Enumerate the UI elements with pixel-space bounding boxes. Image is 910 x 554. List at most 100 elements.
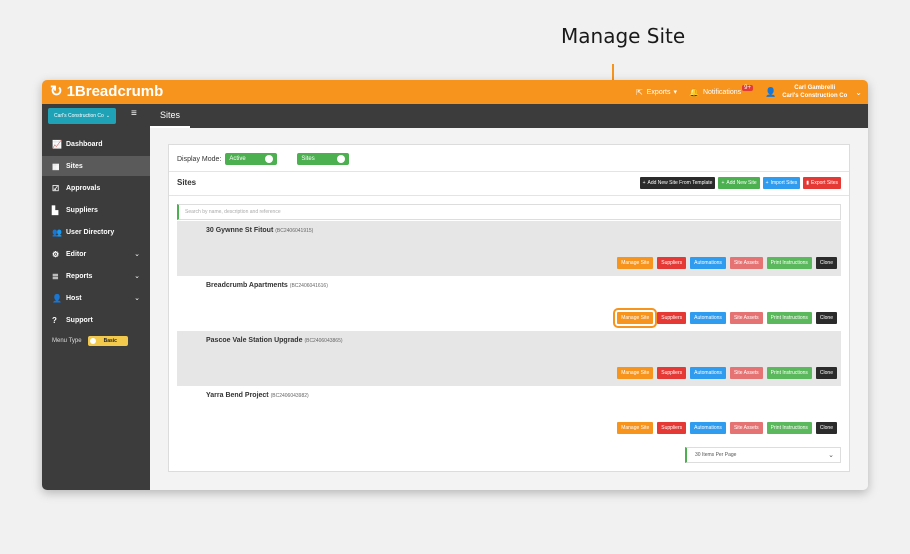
site-assets-button[interactable]: Site Assets — [729, 257, 763, 269]
tab-sites[interactable]: Sites — [150, 104, 190, 128]
print-instructions-button[interactable]: Print Instructions — [766, 312, 812, 324]
add-site-button[interactable]: + Add New Site — [718, 177, 760, 189]
brand-logo[interactable]: ↻ 1Breadcrumb — [50, 82, 164, 101]
active-toggle[interactable]: Active — [225, 153, 278, 165]
print-instructions-button[interactable]: Print Instructions — [766, 257, 812, 269]
users-icon: 👥 — [52, 227, 62, 237]
site-row: Breadcrumb Apartments (BC2406041616) Man… — [177, 276, 841, 331]
automations-button[interactable]: Automations — [690, 257, 726, 269]
site-title: 30 Gywnne St Fitout — [206, 227, 274, 234]
row-actions: Manage Site Suppliers Automations Site A… — [613, 422, 837, 434]
site-name: Pascoe Vale Station Upgrade (BC240604386… — [206, 337, 343, 344]
site-title: Pascoe Vale Station Upgrade — [206, 337, 303, 344]
import-sites-button[interactable]: + Import Sites — [762, 177, 801, 189]
exports-menu[interactable]: ⇱ Exports ▾ — [636, 88, 677, 97]
sidebar-item-support[interactable]: ? Support — [42, 310, 150, 330]
chevron-down-icon[interactable]: ⌄ — [855, 88, 862, 97]
menu-type-value: Basic — [103, 338, 117, 344]
building-icon: ▦ — [52, 161, 60, 171]
menu-type-toggle[interactable]: Basic — [87, 336, 128, 346]
organisation-selector[interactable]: Carl's Construction Co ⌄ — [48, 108, 116, 124]
suppliers-button[interactable]: Suppliers — [657, 257, 687, 269]
automations-button[interactable]: Automations — [690, 312, 726, 324]
notifications-label: Notifications — [702, 88, 742, 96]
items-per-page-select[interactable]: 30 Items Per Page ⌄ — [685, 447, 841, 463]
sites-panel: Display Mode: Active Sites Sites + Add N… — [168, 144, 850, 472]
user-icon: 👤 — [764, 86, 777, 97]
sidebar-item-suppliers[interactable]: ▙ Suppliers — [42, 200, 150, 220]
gear-icon: ⚙ — [52, 249, 60, 259]
suppliers-button[interactable]: Suppliers — [657, 367, 687, 379]
sidebar-item-dashboard[interactable]: 📈 Dashboard — [42, 134, 150, 154]
site-code: (BC2406041915) — [275, 228, 314, 234]
manage-site-button[interactable]: Manage Site — [617, 367, 654, 379]
breadcrumb-logo-icon: ↻ — [50, 83, 63, 100]
notifications-menu[interactable]: 🔔 Notifications 9+ — [689, 85, 753, 97]
clone-button[interactable]: Clone — [815, 422, 837, 434]
site-row: Yarra Bend Project (BC2406043982) Manage… — [177, 386, 841, 441]
export-sites-button[interactable]: ▮ Export Sites — [803, 177, 841, 189]
callout-title: Manage Site — [561, 24, 686, 48]
chevron-down-icon: ⌄ — [134, 295, 140, 302]
row-actions: Manage Site Suppliers Automations Site A… — [613, 257, 837, 269]
manage-site-button[interactable]: Manage Site — [617, 257, 654, 269]
brand-name: 1Breadcrumb — [66, 82, 164, 100]
site-assets-button[interactable]: Site Assets — [729, 422, 763, 434]
chevron-down-icon: ⌄ — [134, 251, 140, 258]
sidebar-item-label: Editor — [66, 250, 87, 258]
site-code: (BC2406043865) — [304, 338, 343, 344]
sidebar-item-host[interactable]: 👤 Host ⌄ — [42, 288, 150, 308]
site-assets-button[interactable]: Site Assets — [729, 367, 763, 379]
sites-toggle[interactable]: Sites — [297, 153, 350, 165]
notifications-badge: 9+ — [742, 85, 753, 91]
hamburger-icon[interactable]: ≡ — [131, 108, 137, 119]
clone-button[interactable]: Clone — [815, 312, 837, 324]
suppliers-button[interactable]: Suppliers — [657, 422, 687, 434]
export-icon: ⇱ — [636, 87, 643, 97]
sidebar-item-user-directory[interactable]: 👥 User Directory — [42, 222, 150, 242]
site-title: Yarra Bend Project — [206, 392, 269, 399]
chevron-down-icon: ▾ — [673, 89, 678, 96]
app-window: ↻ 1Breadcrumb ⇱ Exports ▾ 🔔 Notification… — [42, 80, 868, 490]
site-name: Breadcrumb Apartments (BC2406041616) — [206, 282, 328, 289]
items-per-page-label: 30 Items Per Page — [695, 452, 737, 458]
add-site-from-template-button[interactable]: + Add New Site From Template — [639, 177, 716, 189]
manage-site-button[interactable]: Manage Site — [617, 422, 654, 434]
sites-toggle-label: Sites — [301, 156, 315, 162]
site-name: 30 Gywnne St Fitout (BC2406041915) — [206, 227, 313, 234]
sidebar-item-editor[interactable]: ⚙ Editor ⌄ — [42, 244, 150, 264]
chevron-down-icon: ⌄ — [134, 273, 140, 280]
menu-type: Menu Type Basic — [52, 336, 128, 346]
clone-button[interactable]: Clone — [815, 367, 837, 379]
automations-button[interactable]: Automations — [690, 367, 726, 379]
print-instructions-button[interactable]: Print Instructions — [766, 422, 812, 434]
bell-icon: 🔔 — [689, 87, 699, 97]
chevron-down-icon: ⌄ — [105, 113, 111, 119]
clone-button[interactable]: Clone — [815, 257, 837, 269]
chart-line-icon: 📈 — [52, 139, 62, 149]
check-square-icon: ☑ — [52, 183, 60, 193]
button-label: Add New Site — [726, 180, 757, 186]
toggle-knob — [265, 155, 274, 163]
sidebar-item-approvals[interactable]: ☑ Approvals — [42, 178, 150, 198]
user-menu[interactable]: Carl Gambrelli Carl's Construction Co — [782, 84, 847, 100]
site-row: Pascoe Vale Station Upgrade (BC240604386… — [177, 331, 841, 386]
sidebar-item-reports[interactable]: ≣ Reports ⌄ — [42, 266, 150, 286]
exports-label: Exports — [646, 88, 671, 96]
sidebar-item-sites[interactable]: ▦ Sites — [42, 156, 150, 176]
manage-site-button[interactable]: Manage Site — [613, 308, 658, 328]
divider — [169, 171, 849, 172]
sidebar-item-label: Suppliers — [66, 206, 98, 214]
sidebar-item-label: Approvals — [66, 184, 101, 192]
active-toggle-label: Active — [229, 156, 246, 162]
organisation-label: Carl's Construction Co — [53, 113, 104, 119]
search-input[interactable]: Search by name, description and referenc… — [177, 204, 841, 220]
chevron-down-icon: ⌄ — [828, 452, 834, 459]
print-instructions-button[interactable]: Print Instructions — [766, 367, 812, 379]
top-bar: ↻ 1Breadcrumb ⇱ Exports ▾ 🔔 Notification… — [42, 80, 868, 104]
sidebar-item-label: Dashboard — [66, 140, 103, 148]
suppliers-button[interactable]: Suppliers — [657, 312, 687, 324]
automations-button[interactable]: Automations — [690, 422, 726, 434]
list-icon: ≣ — [52, 271, 59, 281]
site-assets-button[interactable]: Site Assets — [729, 312, 763, 324]
